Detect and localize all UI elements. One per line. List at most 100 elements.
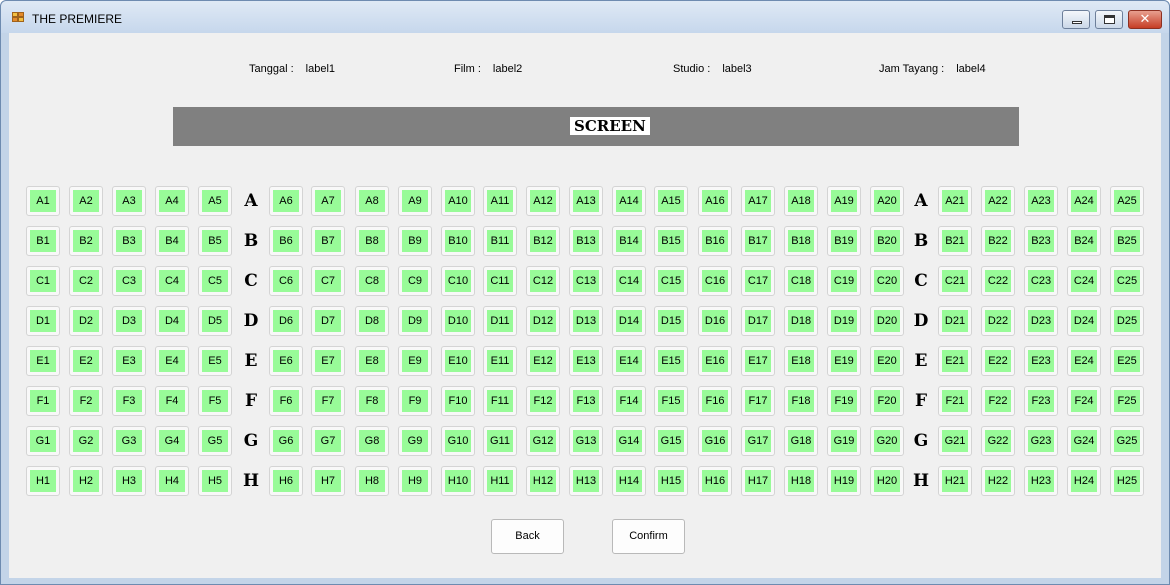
seat-button-E4[interactable]: E4 — [155, 346, 189, 376]
seat-button-C20[interactable]: C20 — [870, 266, 904, 296]
seat-button-G6[interactable]: G6 — [269, 426, 303, 456]
seat-button-A25[interactable]: A25 — [1110, 186, 1144, 216]
seat-button-G16[interactable]: G16 — [698, 426, 732, 456]
seat-button-F8[interactable]: F8 — [355, 386, 389, 416]
seat-button-A20[interactable]: A20 — [870, 186, 904, 216]
seat-button-F11[interactable]: F11 — [483, 386, 517, 416]
seat-button-A16[interactable]: A16 — [698, 186, 732, 216]
seat-button-D13[interactable]: D13 — [569, 306, 603, 336]
seat-button-D16[interactable]: D16 — [698, 306, 732, 336]
seat-button-E20[interactable]: E20 — [870, 346, 904, 376]
seat-button-G21[interactable]: G21 — [938, 426, 972, 456]
seat-button-B8[interactable]: B8 — [355, 226, 389, 256]
seat-button-C11[interactable]: C11 — [483, 266, 517, 296]
seat-button-F9[interactable]: F9 — [398, 386, 432, 416]
seat-button-A21[interactable]: A21 — [938, 186, 972, 216]
seat-button-D10[interactable]: D10 — [441, 306, 475, 336]
seat-button-C3[interactable]: C3 — [112, 266, 146, 296]
seat-button-B2[interactable]: B2 — [69, 226, 103, 256]
seat-button-H3[interactable]: H3 — [112, 466, 146, 496]
seat-button-D11[interactable]: D11 — [483, 306, 517, 336]
seat-button-G3[interactable]: G3 — [112, 426, 146, 456]
seat-button-C1[interactable]: C1 — [26, 266, 60, 296]
seat-button-G23[interactable]: G23 — [1024, 426, 1058, 456]
seat-button-G1[interactable]: G1 — [26, 426, 60, 456]
seat-button-F21[interactable]: F21 — [938, 386, 972, 416]
seat-button-E25[interactable]: E25 — [1110, 346, 1144, 376]
seat-button-G17[interactable]: G17 — [741, 426, 775, 456]
seat-button-F2[interactable]: F2 — [69, 386, 103, 416]
seat-button-H11[interactable]: H11 — [483, 466, 517, 496]
seat-button-G22[interactable]: G22 — [981, 426, 1015, 456]
seat-button-F4[interactable]: F4 — [155, 386, 189, 416]
seat-button-D19[interactable]: D19 — [827, 306, 861, 336]
seat-button-B12[interactable]: B12 — [526, 226, 560, 256]
seat-button-A12[interactable]: A12 — [526, 186, 560, 216]
seat-button-H13[interactable]: H13 — [569, 466, 603, 496]
seat-button-E1[interactable]: E1 — [26, 346, 60, 376]
seat-button-A23[interactable]: A23 — [1024, 186, 1058, 216]
seat-button-E6[interactable]: E6 — [269, 346, 303, 376]
seat-button-G20[interactable]: G20 — [870, 426, 904, 456]
seat-button-F10[interactable]: F10 — [441, 386, 475, 416]
seat-button-B5[interactable]: B5 — [198, 226, 232, 256]
maximize-button[interactable] — [1095, 10, 1123, 29]
seat-button-C10[interactable]: C10 — [441, 266, 475, 296]
seat-button-G4[interactable]: G4 — [155, 426, 189, 456]
seat-button-A2[interactable]: A2 — [69, 186, 103, 216]
seat-button-A14[interactable]: A14 — [612, 186, 646, 216]
seat-button-A22[interactable]: A22 — [981, 186, 1015, 216]
seat-button-A24[interactable]: A24 — [1067, 186, 1101, 216]
seat-button-B13[interactable]: B13 — [569, 226, 603, 256]
back-button[interactable]: Back — [491, 519, 564, 554]
seat-button-D22[interactable]: D22 — [981, 306, 1015, 336]
seat-button-H19[interactable]: H19 — [827, 466, 861, 496]
seat-button-C13[interactable]: C13 — [569, 266, 603, 296]
seat-button-B11[interactable]: B11 — [483, 226, 517, 256]
seat-button-D12[interactable]: D12 — [526, 306, 560, 336]
seat-button-A9[interactable]: A9 — [398, 186, 432, 216]
seat-button-F15[interactable]: F15 — [654, 386, 688, 416]
seat-button-F3[interactable]: F3 — [112, 386, 146, 416]
seat-button-H16[interactable]: H16 — [698, 466, 732, 496]
seat-button-A11[interactable]: A11 — [483, 186, 517, 216]
seat-button-B16[interactable]: B16 — [698, 226, 732, 256]
seat-button-H22[interactable]: H22 — [981, 466, 1015, 496]
seat-button-B3[interactable]: B3 — [112, 226, 146, 256]
seat-button-F1[interactable]: F1 — [26, 386, 60, 416]
seat-button-B1[interactable]: B1 — [26, 226, 60, 256]
seat-button-D7[interactable]: D7 — [311, 306, 345, 336]
seat-button-A1[interactable]: A1 — [26, 186, 60, 216]
seat-button-F6[interactable]: F6 — [269, 386, 303, 416]
seat-button-E10[interactable]: E10 — [441, 346, 475, 376]
seat-button-E11[interactable]: E11 — [483, 346, 517, 376]
seat-button-F22[interactable]: F22 — [981, 386, 1015, 416]
seat-button-H1[interactable]: H1 — [26, 466, 60, 496]
seat-button-H21[interactable]: H21 — [938, 466, 972, 496]
seat-button-A6[interactable]: A6 — [269, 186, 303, 216]
seat-button-E19[interactable]: E19 — [827, 346, 861, 376]
seat-button-B6[interactable]: B6 — [269, 226, 303, 256]
seat-button-C22[interactable]: C22 — [981, 266, 1015, 296]
seat-button-E13[interactable]: E13 — [569, 346, 603, 376]
seat-button-H24[interactable]: H24 — [1067, 466, 1101, 496]
seat-button-D23[interactable]: D23 — [1024, 306, 1058, 336]
seat-button-A19[interactable]: A19 — [827, 186, 861, 216]
seat-button-H8[interactable]: H8 — [355, 466, 389, 496]
seat-button-E23[interactable]: E23 — [1024, 346, 1058, 376]
seat-button-D25[interactable]: D25 — [1110, 306, 1144, 336]
seat-button-H25[interactable]: H25 — [1110, 466, 1144, 496]
seat-button-E16[interactable]: E16 — [698, 346, 732, 376]
seat-button-C17[interactable]: C17 — [741, 266, 775, 296]
seat-button-A3[interactable]: A3 — [112, 186, 146, 216]
seat-button-D3[interactable]: D3 — [112, 306, 146, 336]
seat-button-C14[interactable]: C14 — [612, 266, 646, 296]
seat-button-H17[interactable]: H17 — [741, 466, 775, 496]
seat-button-F23[interactable]: F23 — [1024, 386, 1058, 416]
seat-button-C12[interactable]: C12 — [526, 266, 560, 296]
seat-button-C9[interactable]: C9 — [398, 266, 432, 296]
seat-button-H4[interactable]: H4 — [155, 466, 189, 496]
close-button[interactable]: ✕ — [1128, 10, 1162, 29]
seat-button-D24[interactable]: D24 — [1067, 306, 1101, 336]
seat-button-B22[interactable]: B22 — [981, 226, 1015, 256]
